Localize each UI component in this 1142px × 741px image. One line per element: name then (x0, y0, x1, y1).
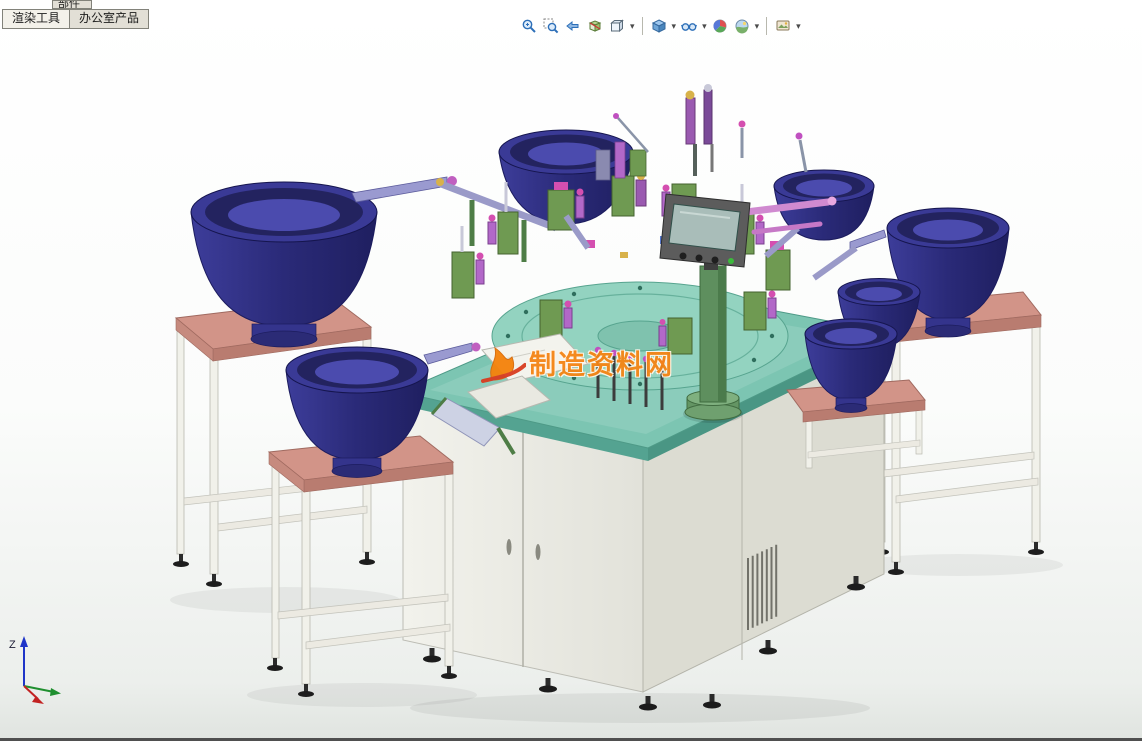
view-settings-dropdown[interactable]: ▾ (795, 21, 802, 31)
section-view-icon (588, 20, 602, 32)
apply-scene-button[interactable] (732, 16, 752, 36)
zoom-to-fit-icon (522, 19, 536, 33)
apply-scene-icon (735, 19, 749, 34)
x-axis-arrow (50, 688, 61, 696)
command-tab-strip: 渲染工具 办公室产品 (2, 9, 150, 29)
edit-appearance-button[interactable] (710, 16, 730, 36)
overflow-tab-label: 部件 (58, 0, 80, 9)
hmi-screen (668, 203, 741, 252)
tab-office-products[interactable]: 办公室产品 (70, 9, 150, 29)
z-axis-arrow (20, 636, 28, 647)
heads-up-view-toolbar: ▾ ▾ ▾ ▾ ▾ (519, 15, 802, 37)
view-orientation-dropdown[interactable]: ▾ (629, 21, 636, 31)
triad-z-label: Z (9, 639, 16, 651)
zoom-to-fit-button[interactable] (519, 16, 539, 36)
zoom-to-area-button[interactable] (541, 16, 561, 36)
apply-scene-dropdown[interactable]: ▾ (754, 21, 761, 31)
previous-view-icon (566, 20, 579, 32)
tab-render-tools-label: 渲染工具 (12, 11, 61, 25)
hide-show-items-icon (681, 23, 698, 31)
toolbar-separator (641, 17, 643, 35)
view-settings-button[interactable] (773, 16, 793, 36)
overflow-command-tab[interactable]: 部件 (52, 0, 92, 9)
zoom-to-area-icon (543, 18, 559, 34)
hide-show-items-button[interactable] (679, 16, 699, 36)
display-style-button[interactable] (649, 16, 669, 36)
previous-view-button[interactable] (563, 16, 583, 36)
hide-show-items-dropdown[interactable]: ▾ (701, 21, 708, 31)
y-axis-arrow (32, 696, 44, 704)
orientation-triad: Z (9, 636, 61, 704)
display-style-icon (651, 19, 666, 33)
tab-office-products-label: 办公室产品 (79, 11, 140, 25)
section-view-button[interactable] (585, 16, 605, 36)
view-settings-icon (776, 20, 790, 31)
edit-appearance-icon (713, 19, 727, 33)
tab-render-tools[interactable]: 渲染工具 (2, 9, 71, 29)
vent-grille (747, 544, 778, 630)
view-orientation-button[interactable] (607, 16, 627, 36)
display-style-dropdown[interactable]: ▾ (671, 21, 678, 31)
toolbar-separator (766, 17, 768, 35)
view-orientation-icon (610, 19, 624, 33)
machine-3d-model (170, 84, 1063, 723)
graphics-area[interactable] (0, 0, 1142, 741)
